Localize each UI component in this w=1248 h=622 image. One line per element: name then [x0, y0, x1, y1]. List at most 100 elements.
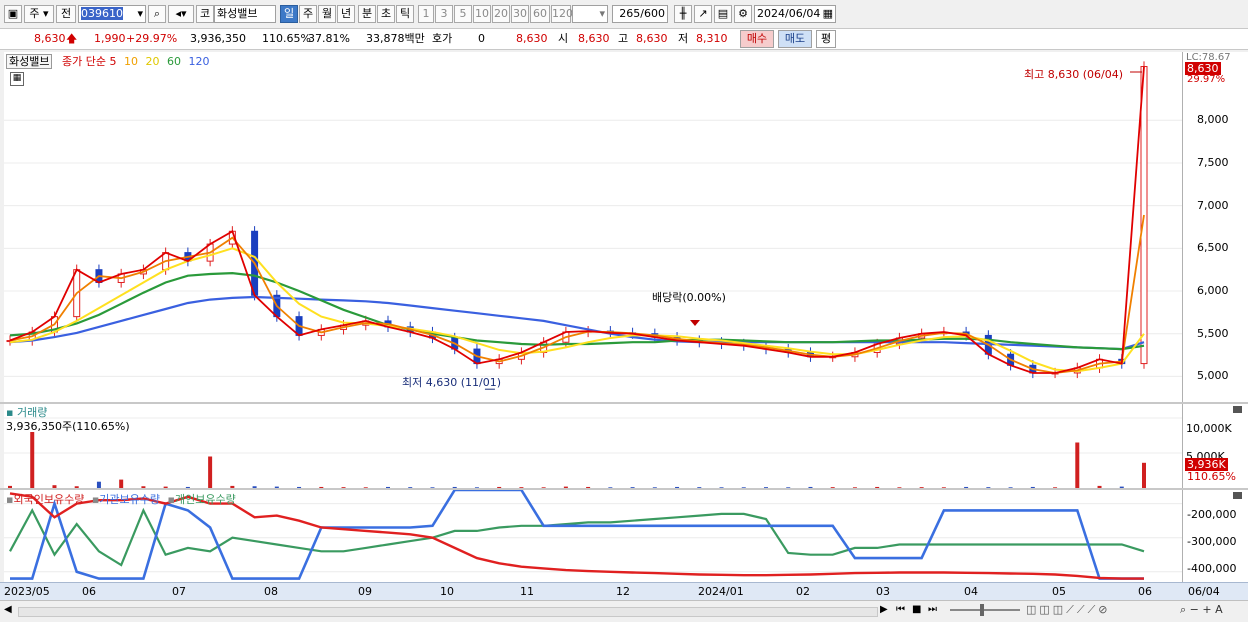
interval-60[interactable]: 60 — [530, 5, 550, 23]
close-pane-icon[interactable] — [1233, 406, 1242, 413]
legend-ma10: 10 — [123, 55, 138, 68]
code-value: 039610 — [81, 7, 123, 20]
bottom-toolbar: ◀ ▶ ⏮ ■ ⏭ ◫◫◫⟋⟋⟋⊘ ⌕ − + A — [0, 600, 1248, 622]
period-second[interactable]: 초 — [377, 5, 395, 23]
scroll-right-icon[interactable]: ▶ — [880, 604, 888, 615]
x-tick-label: 2023/05 — [4, 585, 50, 598]
inv-tick-300000: -300,000 — [1187, 535, 1237, 548]
period-minute[interactable]: 분 — [358, 5, 376, 23]
high-annotation: 최고 8,630 (06/04) — [1024, 68, 1124, 81]
draw-tool-icon[interactable]: ↗ — [694, 5, 712, 23]
inv-tick-400000: -400,000 — [1187, 562, 1237, 575]
scrollbar-track[interactable] — [18, 607, 878, 617]
x-tick-label: 12 — [616, 585, 630, 598]
rewind-icon[interactable]: ⏮ — [896, 604, 905, 615]
interval-10[interactable]: 10 — [473, 5, 491, 23]
high-label: 고 — [618, 32, 629, 45]
price-chart — [4, 61, 1182, 390]
investor-plot[interactable]: ▪외국인보유수량 ▪기관보유수량 ▪개인보유수량 — [4, 490, 1182, 582]
change: 1,990 — [94, 32, 126, 45]
period-month[interactable]: 월 — [318, 5, 336, 23]
period-tick[interactable]: 틱 — [396, 5, 414, 23]
ask-price: 8,630 — [516, 32, 548, 45]
layout-icons[interactable]: ◫◫◫⟋⟋⟋⊘ — [1026, 603, 1111, 617]
legend-ma120: 120 — [188, 55, 210, 68]
x-tick-label: 06 — [82, 585, 96, 598]
price-tick-label: 7,500 — [1197, 155, 1229, 169]
zoom-slider[interactable] — [950, 609, 1020, 611]
price-tick-label: 6,000 — [1197, 284, 1229, 298]
legend-ma5: 5 — [109, 55, 117, 68]
high-price: 8,630 — [636, 32, 668, 45]
x-tick-label: 09 — [358, 585, 372, 598]
candle-icon[interactable]: ╫ — [674, 5, 692, 23]
price-tick-label: 6,500 — [1197, 241, 1229, 255]
code-input[interactable]: 039610 ▾ — [78, 5, 146, 23]
open-price: 8,630 — [578, 32, 610, 45]
volume: 3,936,350 — [190, 32, 246, 45]
x-tick-label: 03 — [876, 585, 890, 598]
interval-custom-input[interactable]: ▾ — [572, 5, 608, 23]
interval-5[interactable]: 5 — [454, 5, 472, 23]
period-year[interactable]: 년 — [337, 5, 355, 23]
volume-bar — [119, 479, 124, 488]
price-legend: 화성밸브 종가 단순 5 10 20 60 120 — [6, 53, 209, 69]
period-week[interactable]: 주 — [299, 5, 317, 23]
interval-20[interactable]: 20 — [492, 5, 510, 23]
price-axis: LC:78.67 8,630 29.97% 8,000 7,500 7,000 6,5… — [1182, 52, 1248, 402]
legend-foreign: 외국인보유수량 — [13, 493, 85, 506]
legend-ma20: 20 — [145, 55, 160, 68]
interval-30[interactable]: 30 — [511, 5, 529, 23]
grid-toggle-icon[interactable]: ▦ — [10, 72, 24, 86]
chart-type-icon[interactable]: ▣ — [4, 5, 22, 23]
market-select[interactable]: 주 ▾ — [24, 5, 54, 23]
close-investor-pane-icon[interactable] — [1233, 492, 1242, 499]
avg-button[interactable]: 평 — [816, 30, 836, 48]
calendar-icon[interactable]: ▦ — [823, 6, 833, 22]
count-field[interactable]: 265/600 — [612, 5, 668, 23]
search-icon[interactable]: ⌕ — [148, 5, 166, 23]
stock-name-field[interactable]: 화성밸브 — [214, 5, 276, 23]
vol-tick-10000: 10,000K — [1186, 422, 1232, 435]
volume-plot[interactable]: ▪ 거래량 3,936,350주(110.65%) — [4, 404, 1182, 488]
investor-axis: -200,000 -300,000 -400,000 — [1182, 490, 1248, 582]
x-tick-label: 2024/01 — [698, 585, 744, 598]
turnover: 37.81% — [308, 32, 350, 45]
ma20-line — [9, 247, 1145, 373]
volume-bar — [1075, 442, 1080, 488]
dividend-annotation: 배당락(0.00%) — [652, 291, 726, 304]
volume-ratio: 110.65% — [262, 32, 311, 45]
gear-icon[interactable]: ⚙ — [734, 5, 752, 23]
inv-tick-200000: -200,000 — [1187, 508, 1237, 521]
price-plot[interactable]: 화성밸브 종가 단순 5 10 20 60 120 ▦ 최고 8,630 (06… — [4, 52, 1182, 402]
speaker-icon[interactable]: ◂▾ — [168, 5, 194, 23]
period-day[interactable]: 일 — [280, 5, 298, 23]
volume-bar — [30, 432, 35, 488]
zoom-tools[interactable]: ⌕ − + A — [1180, 603, 1223, 617]
current-pct: 29.97% — [1187, 74, 1226, 85]
date-field[interactable]: 2024/06/04 ▦ — [754, 5, 836, 23]
volume-axis: 10,000K 5,000K 3,936K 110.65% — [1182, 404, 1248, 488]
kospi-badge: 코 — [196, 5, 214, 23]
price-tick-label: 8,000 — [1197, 113, 1229, 127]
x-tick-label: 10 — [440, 585, 454, 598]
open-label: 시 — [558, 32, 569, 45]
price-tick-label: 5,000 — [1197, 369, 1229, 383]
dividend-marker — [690, 320, 700, 326]
interval-1[interactable]: 1 — [418, 5, 434, 23]
prev-button[interactable]: 전 — [56, 5, 76, 23]
low-annotation: 최저 4,630 (11/01) — [402, 376, 502, 389]
sell-button[interactable]: 매도 — [778, 30, 812, 48]
legend-stock-name[interactable]: 화성밸브 — [6, 54, 53, 69]
amount: 33,878백만 — [366, 32, 425, 45]
buy-button[interactable]: 매수 — [740, 30, 774, 48]
zoom-slider-handle[interactable] — [980, 604, 984, 616]
quote-bar: 8,630 🡅 1,990 +29.97% 3,936,350 110.65% … — [0, 29, 1248, 50]
save-icon[interactable]: ▤ — [714, 5, 732, 23]
interval-3[interactable]: 3 — [435, 5, 453, 23]
stop-icon[interactable]: ■ — [912, 604, 921, 615]
scroll-left-icon[interactable]: ◀ — [4, 604, 12, 615]
price-tick-label: 7,000 — [1197, 198, 1229, 212]
play-icon[interactable]: ⏭ — [928, 604, 937, 615]
interval-120[interactable]: 120 — [551, 5, 573, 23]
